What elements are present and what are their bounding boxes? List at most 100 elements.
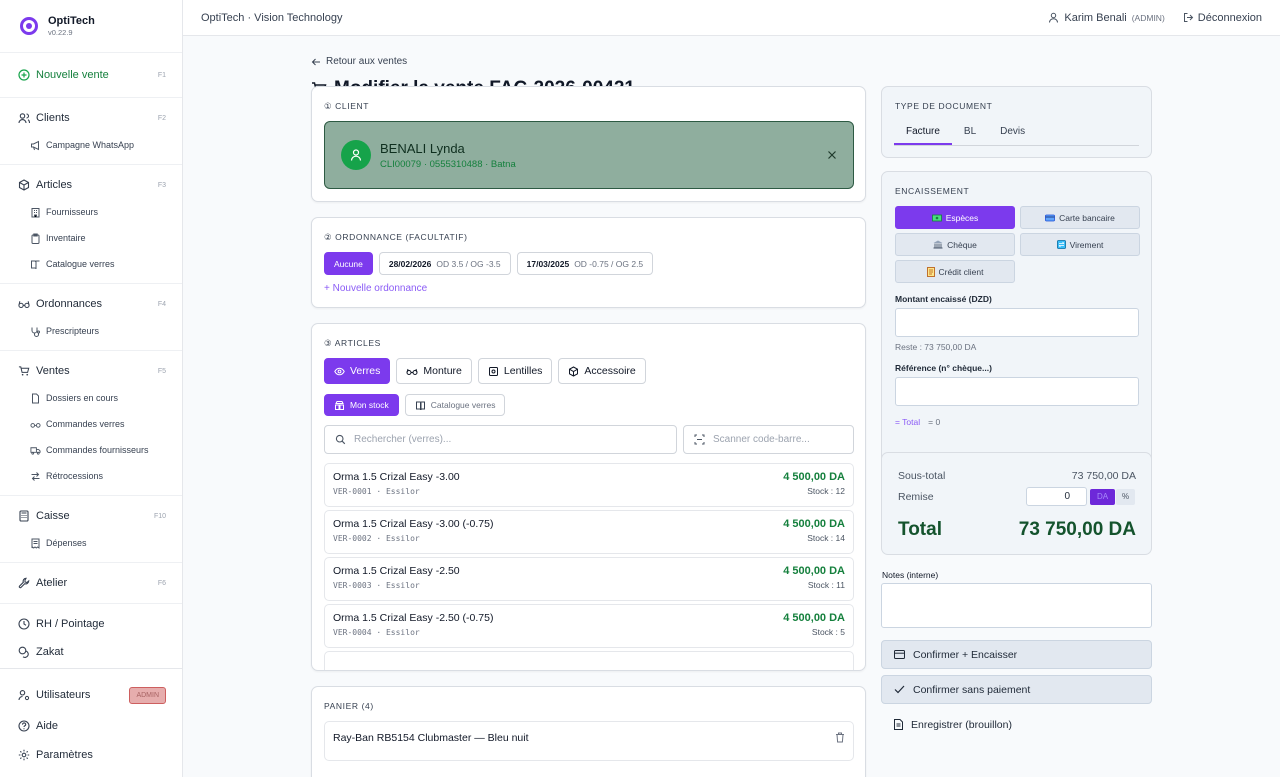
nav-catalogue-verres[interactable]: Catalogue verres bbox=[0, 251, 182, 277]
nav-retrocessions[interactable]: Rétrocessions bbox=[0, 463, 182, 489]
main-area: OptiTech · Vision Technology Karim Benal… bbox=[183, 0, 1280, 777]
pay-label: Virement bbox=[1069, 239, 1104, 250]
reference-input[interactable] bbox=[895, 377, 1139, 406]
product-row[interactable]: Orma 1.5 Crizal Easy -2.50 VER-0003 · Ess… bbox=[324, 557, 854, 601]
pay-carte-button[interactable]: Carte bancaire bbox=[1020, 206, 1140, 229]
nav-label: Aide bbox=[36, 720, 59, 732]
articles-section-label: ③ ARTICLES bbox=[324, 338, 381, 348]
tab-devis[interactable]: Devis bbox=[988, 118, 1037, 145]
pay-cheque-button[interactable]: Chèque bbox=[895, 233, 1015, 256]
nav-commandes-verres[interactable]: Commandes verres bbox=[0, 411, 182, 437]
type-monture-button[interactable]: Monture bbox=[396, 358, 472, 384]
user-icon bbox=[1048, 12, 1059, 23]
nav-commandes-fournisseurs[interactable]: Commandes fournisseurs bbox=[0, 437, 182, 463]
user-cog-icon bbox=[18, 689, 30, 701]
source-catalogue-button[interactable]: Catalogue verres bbox=[404, 394, 506, 416]
product-row[interactable]: Orma 1.5 Crizal Easy -3.00 (-0.75) VER-00… bbox=[324, 510, 854, 554]
shortcut-key: F1 bbox=[157, 71, 166, 79]
confirm-no-payment-button[interactable]: Confirmer sans paiement bbox=[881, 675, 1152, 704]
tab-bl[interactable]: BL bbox=[952, 118, 988, 145]
nav-clients[interactable]: Clients F2 bbox=[0, 104, 182, 132]
nav-depenses[interactable]: Dépenses bbox=[0, 530, 182, 556]
fill-total-link[interactable]: = Total bbox=[895, 417, 920, 427]
sub-label: Campagne WhatsApp bbox=[46, 140, 135, 150]
tab-facture[interactable]: Facture bbox=[894, 118, 952, 145]
nav-rh-pointage[interactable]: RH / Pointage bbox=[0, 610, 182, 638]
truck-icon bbox=[30, 445, 41, 456]
shortcut-key: F6 bbox=[157, 579, 166, 587]
book-icon bbox=[415, 400, 426, 411]
shortcut-key: F10 bbox=[153, 512, 166, 520]
pay-label: Espèces bbox=[945, 212, 979, 223]
type-verres-button[interactable]: Verres bbox=[324, 358, 391, 384]
shortcut-key: F2 bbox=[157, 114, 166, 122]
remise-unit-percent[interactable]: % bbox=[1116, 489, 1135, 505]
user-role: (ADMIN) bbox=[1131, 12, 1165, 23]
sub-label: Fournisseurs bbox=[46, 207, 99, 217]
new-ordonnance-link[interactable]: + Nouvelle ordonnance bbox=[324, 283, 427, 294]
product-row[interactable]: Orma 1.5 Crizal Easy -3.00 VER-0001 · Ess… bbox=[324, 463, 854, 507]
nav-atelier[interactable]: Atelier F6 bbox=[0, 569, 182, 597]
barcode-input[interactable]: Scanner code-barre... bbox=[683, 425, 854, 454]
confirm-encaisser-button[interactable]: Confirmer + Encaisser bbox=[881, 640, 1152, 669]
sub-label: Dépenses bbox=[46, 538, 87, 548]
back-link[interactable]: Retour aux ventes bbox=[311, 56, 1153, 67]
nav-fournisseurs[interactable]: Fournisseurs bbox=[0, 199, 182, 225]
pay-especes-button[interactable]: Espèces bbox=[895, 206, 1015, 229]
product-row-partial[interactable] bbox=[324, 651, 854, 670]
product-stock: Stock : 12 bbox=[807, 486, 845, 496]
source-label: Catalogue verres bbox=[430, 400, 496, 410]
logout-button[interactable]: Déconnexion bbox=[1183, 12, 1262, 24]
encaissement-label: ENCAISSEMENT bbox=[895, 186, 970, 196]
nav-dossiers-en-cours[interactable]: Dossiers en cours bbox=[0, 385, 182, 411]
panier-card: PANIER (4) Ray-Ban RB5154 Clubmaster — B… bbox=[311, 686, 866, 777]
ordonnance-none-button[interactable]: Aucune bbox=[324, 252, 373, 275]
ordonnance-item[interactable]: 28/02/2026 OD 3.5 / OG -3.5 bbox=[378, 252, 511, 275]
search-input[interactable]: Rechercher (verres)... bbox=[324, 425, 677, 454]
nav-ordonnances[interactable]: Ordonnances F4 bbox=[0, 290, 182, 318]
glasses-icon bbox=[18, 298, 30, 310]
amount-input[interactable] bbox=[895, 308, 1139, 337]
nav-ventes[interactable]: Ventes F5 bbox=[0, 357, 182, 385]
nav-utilisateurs[interactable]: Utilisateurs ADMIN bbox=[0, 681, 182, 709]
book-icon bbox=[30, 259, 41, 270]
cart-item[interactable]: Ray-Ban RB5154 Clubmaster — Bleu nuit bbox=[324, 721, 854, 761]
nav-zakat[interactable]: Zakat bbox=[0, 638, 182, 666]
type-label: Monture bbox=[423, 365, 462, 377]
ordonnance-item[interactable]: 17/03/2025 OD -0.75 / OG 2.5 bbox=[516, 252, 654, 275]
product-price: 4 500,00 DA bbox=[783, 612, 845, 624]
pay-credit-client-button[interactable]: Crédit client bbox=[895, 260, 1015, 283]
type-lentilles-button[interactable]: Lentilles bbox=[477, 358, 553, 384]
nav-campagne-whatsapp[interactable]: Campagne WhatsApp bbox=[0, 132, 182, 158]
source-mon-stock-button[interactable]: Mon stock bbox=[324, 394, 399, 416]
nav-parametres[interactable]: Paramètres bbox=[0, 741, 182, 769]
nav-articles[interactable]: Articles F3 bbox=[0, 171, 182, 199]
nav-new-sale[interactable]: Nouvelle vente F1 bbox=[0, 61, 182, 89]
product-row[interactable]: Orma 1.5 Crizal Easy -2.50 (-0.75) VER-00… bbox=[324, 604, 854, 648]
nav-inventaire[interactable]: Inventaire bbox=[0, 225, 182, 251]
scan-placeholder: Scanner code-barre... bbox=[713, 434, 810, 445]
remise-unit-da[interactable]: DA bbox=[1090, 489, 1115, 505]
nav-prescripteurs[interactable]: Prescripteurs bbox=[0, 318, 182, 344]
product-price: 4 500,00 DA bbox=[783, 471, 845, 483]
building-icon bbox=[30, 207, 41, 218]
remise-input[interactable]: 0 bbox=[1026, 487, 1087, 506]
nav-aide[interactable]: Aide bbox=[0, 712, 182, 740]
selected-client[interactable]: BENALI Lynda CLI00079 · 0555310488 · Bat… bbox=[324, 121, 854, 189]
ordonnance-date: 17/03/2025 bbox=[526, 258, 570, 269]
nav-label: Ordonnances bbox=[36, 298, 103, 310]
reference-label: Référence (n° chèque...) bbox=[895, 363, 992, 373]
pay-label: Crédit client bbox=[938, 266, 984, 277]
user-menu[interactable]: Karim Benali (ADMIN) bbox=[1048, 12, 1165, 24]
product-name: Orma 1.5 Crizal Easy -3.00 (-0.75) bbox=[333, 518, 494, 530]
type-accessoire-button[interactable]: Accessoire bbox=[558, 358, 646, 384]
barcode-scan-icon bbox=[694, 434, 705, 445]
save-draft-button[interactable]: Enregistrer (brouillon) bbox=[881, 710, 1152, 739]
close-icon[interactable] bbox=[827, 150, 837, 160]
trash-icon[interactable] bbox=[835, 732, 845, 750]
notes-textarea[interactable] bbox=[881, 583, 1152, 628]
pay-label: Chèque bbox=[947, 239, 977, 250]
nav-caisse[interactable]: Caisse F10 bbox=[0, 502, 182, 530]
subtotal-label: Sous-total bbox=[898, 470, 946, 482]
pay-virement-button[interactable]: Virement bbox=[1020, 233, 1140, 256]
